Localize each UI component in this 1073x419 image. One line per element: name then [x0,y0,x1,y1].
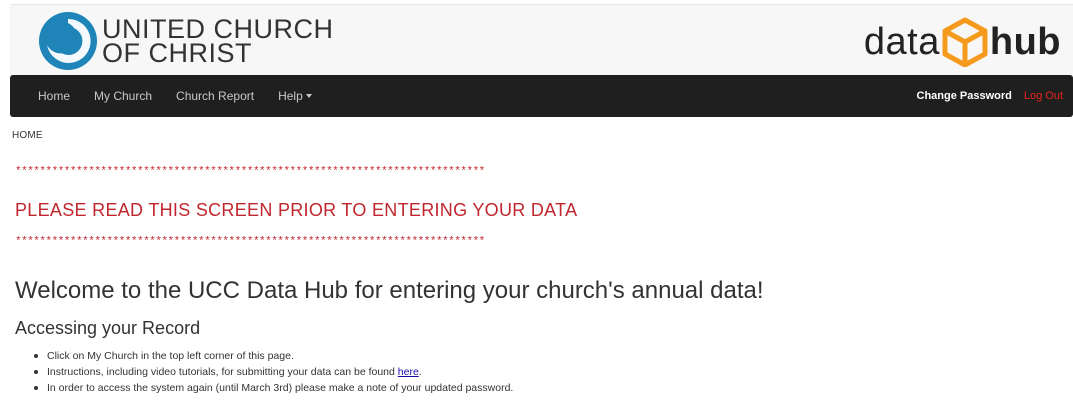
datahub-wordmark-data: data [863,20,940,63]
site-header: UNITED CHURCH OF CHRIST data hub [10,4,1073,76]
nav-item-church-report[interactable]: Church Report [176,89,254,103]
change-password-link[interactable]: Change Password [917,90,1012,102]
nav-item-help[interactable]: Help [278,89,312,103]
ucc-logo[interactable]: UNITED CHURCH OF CHRIST [38,9,334,73]
instructions-here-link[interactable]: here [398,366,419,378]
ucc-wordmark-line2: OF CHRIST [102,38,252,68]
notice-divider-bottom: ****************************************… [15,236,485,248]
nav-item-my-church[interactable]: My Church [94,89,152,103]
nav-item-home[interactable]: Home [38,89,70,103]
datahub-wordmark-hub: hub [989,20,1061,63]
ucc-comma-logo-icon [39,12,97,70]
list-item: In order to access the system again (unt… [32,380,513,396]
notice-divider-top: ****************************************… [15,166,485,178]
instructions-list: Click on My Church in the top left corne… [32,348,513,396]
list-item-text-end: . [418,366,422,378]
nav-item-help-label: Help [278,89,303,103]
breadcrumb[interactable]: HOME [12,130,43,141]
datahub-logo[interactable]: data hub [864,11,1061,73]
section-title: Accessing your Record [15,318,201,338]
list-item-text: Instructions, including video tutorials,… [47,366,398,378]
logout-link[interactable]: Log Out [1024,90,1063,102]
caret-down-icon [305,94,312,98]
ucc-wordmark: UNITED CHURCH OF CHRIST [102,16,334,68]
welcome-heading: Welcome to the UCC Data Hub for entering… [15,277,764,304]
account-links: Change Password Log Out [917,75,1064,117]
notice-heading: PLEASE READ THIS SCREEN PRIOR TO ENTERIN… [15,200,578,220]
nav-menu: Home My Church Church Report Help [38,75,336,117]
cube-icon [942,17,988,67]
list-item: Click on My Church in the top left corne… [32,348,513,364]
list-item: Instructions, including video tutorials,… [32,364,513,380]
main-navbar: Home My Church Church Report Help Change… [10,75,1073,117]
